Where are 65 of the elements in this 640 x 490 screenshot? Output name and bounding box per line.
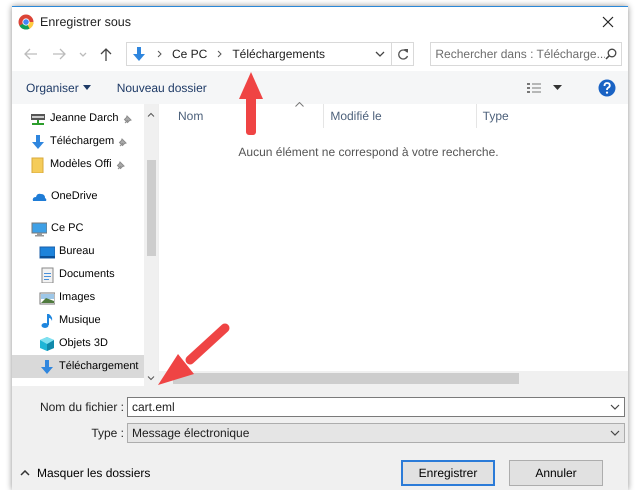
back-icon — [23, 47, 39, 61]
document-icon — [39, 266, 55, 282]
chevron-icon — [157, 50, 162, 58]
caret-icon — [553, 85, 562, 90]
column-header[interactable]: Type — [476, 104, 628, 128]
hide-folders-button[interactable]: Masquer les dossiers — [20, 464, 150, 482]
field-label: Type : — [90, 425, 125, 442]
scroll-down-icon — [147, 376, 155, 381]
forward-icon — [51, 47, 67, 61]
empty-message: Aucun élément ne correspond à votre recherche. — [238, 145, 499, 159]
save-button[interactable]: Enregistrer — [401, 460, 495, 486]
sidebar-item[interactable]: Jeanne Darch — [12, 107, 144, 130]
sidebar-item[interactable]: Musique — [12, 309, 144, 332]
new-folder-button[interactable]: Nouveau dossier — [116, 76, 207, 98]
image-icon — [39, 290, 55, 306]
column-header[interactable]: Nom — [159, 104, 324, 128]
address-bar[interactable]: Ce PC Téléchargements — [126, 42, 414, 66]
refresh-icon — [396, 48, 409, 60]
caret-icon — [82, 85, 91, 90]
sidebar-item[interactable]: Téléchargement — [12, 355, 144, 378]
dropdown-icon — [610, 430, 620, 436]
scroll-up-icon — [147, 112, 155, 117]
sidebar-item[interactable]: OneDrive — [12, 185, 144, 208]
scrollbar[interactable] — [159, 371, 628, 386]
arrow — [239, 72, 263, 135]
chevron-up-icon — [20, 470, 30, 476]
scrollbar-thumb[interactable] — [173, 373, 519, 384]
download-icon — [131, 46, 147, 62]
download-icon — [39, 358, 55, 374]
organize-menu-button[interactable]: Organiser — [26, 76, 91, 98]
cube-icon — [39, 336, 55, 352]
dropdown-icon — [375, 51, 386, 57]
recent-dropdown-icon — [79, 51, 87, 57]
desktop-icon — [39, 244, 55, 260]
cancel-button[interactable]: Annuler — [509, 460, 603, 486]
chevron-icon — [217, 50, 222, 58]
arrow — [158, 324, 230, 385]
column-header[interactable]: Modifié le — [323, 104, 476, 128]
field-label: Nom du fichier : — [38, 399, 125, 416]
breadcrumb[interactable]: Ce PC — [172, 45, 208, 63]
sidebar-item[interactable]: Objets 3D — [12, 332, 144, 355]
sidebar-item[interactable]: Bureau — [12, 240, 144, 263]
file-type-dropdown[interactable]: Message électronique — [127, 423, 625, 443]
download-icon — [30, 134, 46, 150]
up-icon — [99, 47, 113, 61]
file-name-field[interactable]: cart.eml — [127, 397, 625, 417]
sidebar-item[interactable]: Images — [12, 286, 144, 309]
scrollbar[interactable] — [144, 104, 158, 386]
dropdown-icon — [610, 404, 620, 410]
sidebar-item[interactable]: Téléchargem — [12, 130, 144, 153]
list-view-icon — [527, 82, 541, 94]
computer-icon — [31, 220, 47, 236]
help-icon — [598, 78, 616, 96]
browser-logo-icon — [18, 14, 34, 30]
close-icon — [602, 16, 614, 28]
sidebar-item[interactable]: Ce PC — [12, 217, 144, 240]
help-button[interactable] — [598, 76, 616, 98]
sidebar-item[interactable]: Documents — [12, 263, 144, 286]
music-note-icon — [39, 312, 55, 328]
search-icon — [605, 48, 617, 60]
folder-icon — [30, 156, 46, 172]
breadcrumb[interactable]: Téléchargements — [232, 45, 326, 63]
sidebar-item[interactable]: Modèles Offi — [12, 153, 144, 176]
scrollbar-thumb[interactable] — [146, 160, 156, 256]
window-title: Enregistrer sous — [40, 14, 132, 31]
